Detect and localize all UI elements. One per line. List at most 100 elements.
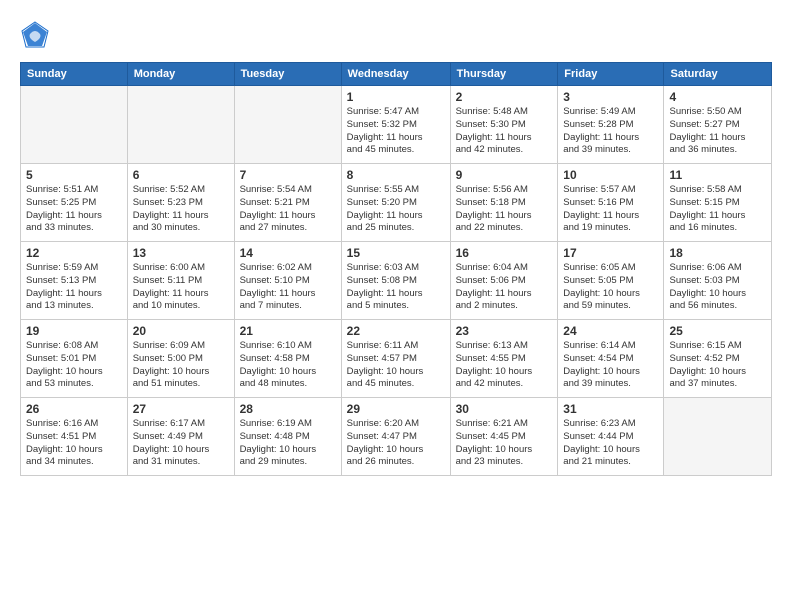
page: SundayMondayTuesdayWednesdayThursdayFrid…	[0, 0, 792, 612]
day-number: 25	[669, 324, 766, 338]
day-header-saturday: Saturday	[664, 63, 772, 86]
day-info: Sunrise: 6:11 AM Sunset: 4:57 PM Dayligh…	[347, 340, 445, 391]
calendar-cell: 17 Sunrise: 6:05 AM Sunset: 5:05 PM Dayli…	[558, 242, 664, 320]
day-info: Sunrise: 5:50 AM Sunset: 5:27 PM Dayligh…	[669, 106, 766, 157]
day-number: 20	[133, 324, 229, 338]
day-info: Sunrise: 5:52 AM Sunset: 5:23 PM Dayligh…	[133, 184, 229, 235]
week-row-5: 26Sunrise: 6:16 AM Sunset: 4:51 PM Dayli…	[21, 398, 772, 476]
calendar-cell: 7 Sunrise: 5:54 AM Sunset: 5:21 PM Daylig…	[234, 164, 341, 242]
day-number: 11	[669, 168, 766, 182]
calendar-cell	[234, 86, 341, 164]
day-info: Sunrise: 5:57 AM Sunset: 5:16 PM Dayligh…	[563, 184, 658, 235]
calendar-cell	[664, 398, 772, 476]
day-header-wednesday: Wednesday	[341, 63, 450, 86]
day-info: Sunrise: 5:48 AM Sunset: 5:30 PM Dayligh…	[456, 106, 553, 157]
day-info: Sunrise: 6:00 AM Sunset: 5:11 PM Dayligh…	[133, 262, 229, 313]
calendar-cell: 2 Sunrise: 5:48 AM Sunset: 5:30 PM Daylig…	[450, 86, 558, 164]
calendar-cell: 15Sunrise: 6:03 AM Sunset: 5:08 PM Dayli…	[341, 242, 450, 320]
day-number: 12	[26, 246, 122, 260]
calendar-cell: 3 Sunrise: 5:49 AM Sunset: 5:28 PM Daylig…	[558, 86, 664, 164]
calendar-cell: 31 Sunrise: 6:23 AM Sunset: 4:44 PM Dayli…	[558, 398, 664, 476]
day-number: 7	[240, 168, 336, 182]
day-number: 14	[240, 246, 336, 260]
calendar-cell: 22Sunrise: 6:11 AM Sunset: 4:57 PM Dayli…	[341, 320, 450, 398]
calendar-cell: 30Sunrise: 6:21 AM Sunset: 4:45 PM Dayli…	[450, 398, 558, 476]
day-number: 3	[563, 90, 658, 104]
day-info: Sunrise: 6:19 AM Sunset: 4:48 PM Dayligh…	[240, 418, 336, 469]
calendar-cell: 25 Sunrise: 6:15 AM Sunset: 4:52 PM Dayli…	[664, 320, 772, 398]
day-info: Sunrise: 5:56 AM Sunset: 5:18 PM Dayligh…	[456, 184, 553, 235]
day-number: 18	[669, 246, 766, 260]
day-info: Sunrise: 6:15 AM Sunset: 4:52 PM Dayligh…	[669, 340, 766, 391]
day-info: Sunrise: 5:54 AM Sunset: 5:21 PM Dayligh…	[240, 184, 336, 235]
day-info: Sunrise: 5:59 AM Sunset: 5:13 PM Dayligh…	[26, 262, 122, 313]
week-row-2: 5 Sunrise: 5:51 AM Sunset: 5:25 PM Daylig…	[21, 164, 772, 242]
day-info: Sunrise: 6:02 AM Sunset: 5:10 PM Dayligh…	[240, 262, 336, 313]
day-header-monday: Monday	[127, 63, 234, 86]
day-number: 9	[456, 168, 553, 182]
header	[20, 20, 772, 50]
logo	[20, 20, 54, 50]
calendar-cell: 14 Sunrise: 6:02 AM Sunset: 5:10 PM Dayli…	[234, 242, 341, 320]
calendar-cell: 18 Sunrise: 6:06 AM Sunset: 5:03 PM Dayli…	[664, 242, 772, 320]
day-number: 1	[347, 90, 445, 104]
day-number: 4	[669, 90, 766, 104]
calendar-cell: 26Sunrise: 6:16 AM Sunset: 4:51 PM Dayli…	[21, 398, 128, 476]
day-info: Sunrise: 6:20 AM Sunset: 4:47 PM Dayligh…	[347, 418, 445, 469]
day-number: 16	[456, 246, 553, 260]
calendar-cell: 20 Sunrise: 6:09 AM Sunset: 5:00 PM Dayli…	[127, 320, 234, 398]
day-number: 17	[563, 246, 658, 260]
day-header-sunday: Sunday	[21, 63, 128, 86]
calendar-cell: 10Sunrise: 5:57 AM Sunset: 5:16 PM Dayli…	[558, 164, 664, 242]
logo-icon	[20, 20, 50, 50]
calendar-cell: 29 Sunrise: 6:20 AM Sunset: 4:47 PM Dayli…	[341, 398, 450, 476]
calendar-header-row: SundayMondayTuesdayWednesdayThursdayFrid…	[21, 63, 772, 86]
calendar-cell: 11 Sunrise: 5:58 AM Sunset: 5:15 PM Dayli…	[664, 164, 772, 242]
calendar-cell: 27 Sunrise: 6:17 AM Sunset: 4:49 PM Dayli…	[127, 398, 234, 476]
week-row-1: 1 Sunrise: 5:47 AM Sunset: 5:32 PM Daylig…	[21, 86, 772, 164]
day-header-tuesday: Tuesday	[234, 63, 341, 86]
day-number: 23	[456, 324, 553, 338]
calendar-cell: 28 Sunrise: 6:19 AM Sunset: 4:48 PM Dayli…	[234, 398, 341, 476]
week-row-4: 19 Sunrise: 6:08 AM Sunset: 5:01 PM Dayli…	[21, 320, 772, 398]
day-info: Sunrise: 6:16 AM Sunset: 4:51 PM Dayligh…	[26, 418, 122, 469]
week-row-3: 12 Sunrise: 5:59 AM Sunset: 5:13 PM Dayli…	[21, 242, 772, 320]
day-info: Sunrise: 6:17 AM Sunset: 4:49 PM Dayligh…	[133, 418, 229, 469]
calendar-cell: 16 Sunrise: 6:04 AM Sunset: 5:06 PM Dayli…	[450, 242, 558, 320]
day-info: Sunrise: 6:13 AM Sunset: 4:55 PM Dayligh…	[456, 340, 553, 391]
day-info: Sunrise: 6:21 AM Sunset: 4:45 PM Dayligh…	[456, 418, 553, 469]
calendar-cell: 13 Sunrise: 6:00 AM Sunset: 5:11 PM Dayli…	[127, 242, 234, 320]
day-number: 8	[347, 168, 445, 182]
day-info: Sunrise: 6:05 AM Sunset: 5:05 PM Dayligh…	[563, 262, 658, 313]
day-number: 19	[26, 324, 122, 338]
day-info: Sunrise: 6:23 AM Sunset: 4:44 PM Dayligh…	[563, 418, 658, 469]
day-info: Sunrise: 5:49 AM Sunset: 5:28 PM Dayligh…	[563, 106, 658, 157]
calendar-cell: 23 Sunrise: 6:13 AM Sunset: 4:55 PM Dayli…	[450, 320, 558, 398]
calendar-cell: 5 Sunrise: 5:51 AM Sunset: 5:25 PM Daylig…	[21, 164, 128, 242]
calendar-cell: 24Sunrise: 6:14 AM Sunset: 4:54 PM Dayli…	[558, 320, 664, 398]
calendar-cell: 8 Sunrise: 5:55 AM Sunset: 5:20 PM Daylig…	[341, 164, 450, 242]
day-info: Sunrise: 5:51 AM Sunset: 5:25 PM Dayligh…	[26, 184, 122, 235]
calendar-cell: 6Sunrise: 5:52 AM Sunset: 5:23 PM Daylig…	[127, 164, 234, 242]
day-info: Sunrise: 6:14 AM Sunset: 4:54 PM Dayligh…	[563, 340, 658, 391]
day-number: 15	[347, 246, 445, 260]
calendar-cell	[21, 86, 128, 164]
day-info: Sunrise: 6:04 AM Sunset: 5:06 PM Dayligh…	[456, 262, 553, 313]
day-number: 28	[240, 402, 336, 416]
calendar-cell: 4 Sunrise: 5:50 AM Sunset: 5:27 PM Daylig…	[664, 86, 772, 164]
day-info: Sunrise: 5:58 AM Sunset: 5:15 PM Dayligh…	[669, 184, 766, 235]
day-info: Sunrise: 5:47 AM Sunset: 5:32 PM Dayligh…	[347, 106, 445, 157]
day-info: Sunrise: 6:09 AM Sunset: 5:00 PM Dayligh…	[133, 340, 229, 391]
day-info: Sunrise: 6:06 AM Sunset: 5:03 PM Dayligh…	[669, 262, 766, 313]
day-number: 27	[133, 402, 229, 416]
day-info: Sunrise: 6:08 AM Sunset: 5:01 PM Dayligh…	[26, 340, 122, 391]
calendar-cell: 12 Sunrise: 5:59 AM Sunset: 5:13 PM Dayli…	[21, 242, 128, 320]
day-number: 31	[563, 402, 658, 416]
day-number: 29	[347, 402, 445, 416]
day-info: Sunrise: 6:10 AM Sunset: 4:58 PM Dayligh…	[240, 340, 336, 391]
day-number: 2	[456, 90, 553, 104]
calendar-cell: 21Sunrise: 6:10 AM Sunset: 4:58 PM Dayli…	[234, 320, 341, 398]
day-number: 13	[133, 246, 229, 260]
day-number: 5	[26, 168, 122, 182]
day-info: Sunrise: 5:55 AM Sunset: 5:20 PM Dayligh…	[347, 184, 445, 235]
